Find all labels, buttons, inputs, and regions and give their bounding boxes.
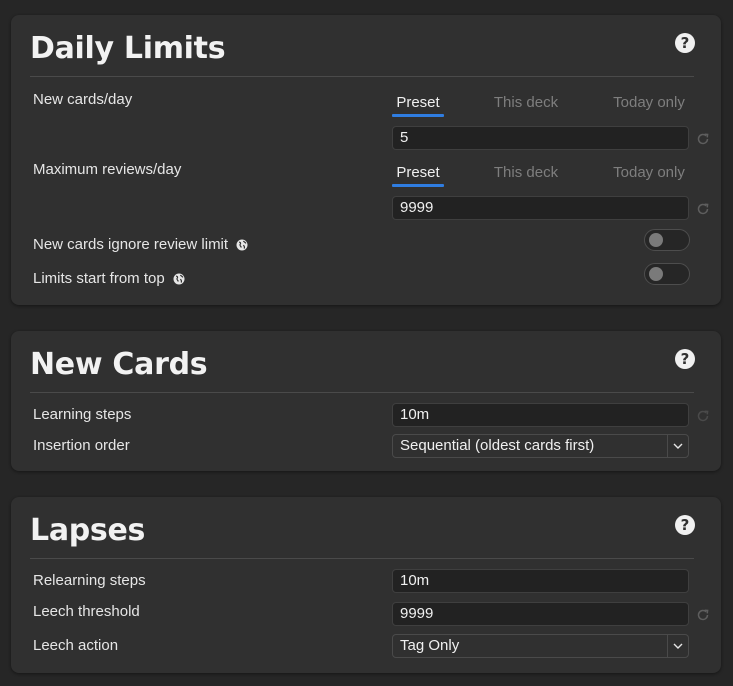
limits-from-top-row: Limits start from top (33, 270, 185, 287)
chevron-down-icon (667, 435, 688, 457)
globe-icon (173, 273, 185, 285)
leech-action-label: Leech action (33, 637, 119, 654)
lapses-card: Lapses ? Relearning steps 10m Leech thre… (11, 497, 721, 673)
ignore-review-limit-row: New cards ignore review limit (33, 236, 248, 253)
daily-limits-card: Daily Limits ? New cards/day Preset This… (11, 15, 721, 305)
new-cards-title: New Cards (30, 347, 208, 382)
divider (30, 76, 694, 77)
revert-icon[interactable] (696, 132, 710, 146)
lapses-title: Lapses (30, 513, 146, 548)
help-icon[interactable]: ? (675, 33, 695, 53)
max-reviews-per-day-input[interactable]: 9999 (392, 196, 689, 220)
tab-today-only[interactable]: Today only (608, 94, 690, 111)
relearning-steps-input[interactable]: 10m (392, 569, 689, 593)
limits-from-top-label: Limits start from top (33, 270, 165, 287)
leech-action-select[interactable]: Tag Only (392, 634, 689, 658)
active-tab-indicator (392, 184, 444, 187)
globe-icon (236, 239, 248, 251)
divider (30, 392, 694, 393)
tab-preset[interactable]: Preset (392, 94, 444, 111)
leech-threshold-label: Leech threshold (33, 603, 140, 620)
ignore-review-limit-label: New cards ignore review limit (33, 236, 229, 253)
revert-icon[interactable] (696, 202, 710, 216)
new-cards-card: New Cards ? Learning steps 10m Insertion… (11, 331, 721, 471)
learning-steps-input[interactable]: 10m (392, 403, 689, 427)
help-icon[interactable]: ? (675, 349, 695, 369)
learning-steps-label: Learning steps (33, 406, 132, 423)
tab-this-deck[interactable]: This deck (486, 94, 566, 111)
insertion-order-select[interactable]: Sequential (oldest cards first) (392, 434, 689, 458)
daily-limits-title: Daily Limits (30, 31, 226, 66)
new-cards-per-day-label: New cards/day (33, 91, 133, 108)
max-reviews-per-day-label: Maximum reviews/day (33, 161, 182, 178)
revert-icon[interactable] (696, 608, 710, 622)
new-cards-per-day-input[interactable]: 5 (392, 126, 689, 150)
toggle-knob (649, 233, 663, 247)
leech-threshold-input[interactable]: 9999 (392, 602, 689, 626)
insertion-order-value: Sequential (oldest cards first) (400, 437, 595, 454)
revert-icon[interactable] (696, 409, 710, 423)
toggle-knob (649, 267, 663, 281)
ignore-review-limit-toggle[interactable] (644, 229, 690, 251)
divider (30, 558, 694, 559)
leech-action-value: Tag Only (400, 637, 460, 654)
tab-this-deck[interactable]: This deck (486, 164, 566, 181)
tab-preset[interactable]: Preset (392, 164, 444, 181)
active-tab-indicator (392, 114, 444, 117)
relearning-steps-label: Relearning steps (33, 572, 146, 589)
limits-from-top-toggle[interactable] (644, 263, 690, 285)
tab-today-only[interactable]: Today only (608, 164, 690, 181)
help-icon[interactable]: ? (675, 515, 695, 535)
chevron-down-icon (667, 635, 688, 657)
insertion-order-label: Insertion order (33, 437, 130, 454)
